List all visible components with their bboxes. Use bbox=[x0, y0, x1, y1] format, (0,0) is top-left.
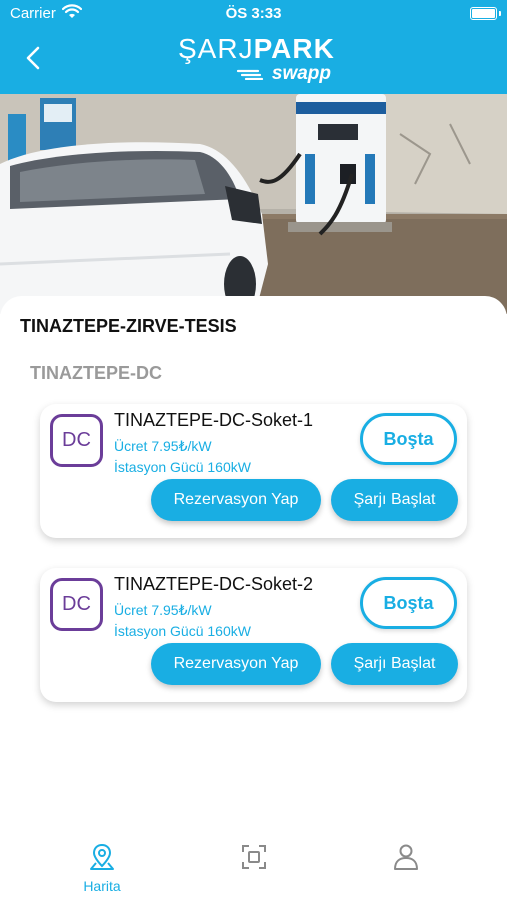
bottom-tab-bar: Harita bbox=[0, 830, 507, 900]
charger-group-title: TINAZTEPE-DC bbox=[30, 363, 162, 383]
dc-badge: DC bbox=[50, 414, 103, 467]
logo-main-light: ŞARJ bbox=[178, 33, 254, 64]
start-charging-button[interactable]: Şarjı Başlat bbox=[331, 479, 458, 521]
clock: ÖS 3:33 bbox=[225, 5, 282, 22]
socket-status-badge: Boşta bbox=[360, 413, 457, 465]
scan-icon bbox=[242, 845, 266, 869]
socket-card: DC TINAZTEPE-DC-Soket-2 Ücret 7.95₺/kW İ… bbox=[40, 568, 467, 702]
start-charging-button[interactable]: Şarjı Başlat bbox=[331, 643, 458, 685]
logo-wordmark: ŞARJPARK bbox=[178, 33, 335, 65]
tab-map[interactable]: Harita bbox=[72, 842, 132, 894]
app-header: Carrier ÖS 3:33 ŞARJPARK swapp bbox=[0, 0, 507, 94]
socket-status-badge: Boşta bbox=[360, 577, 457, 629]
dc-badge: DC bbox=[50, 578, 103, 631]
station-photo-illustration bbox=[0, 94, 507, 314]
reserve-button[interactable]: Rezervasyon Yap bbox=[151, 643, 321, 685]
socket-price: Ücret 7.95₺/kW bbox=[114, 602, 212, 618]
reserve-button[interactable]: Rezervasyon Yap bbox=[151, 479, 321, 521]
battery-icon bbox=[470, 7, 501, 20]
socket-name: TINAZTEPE-DC-Soket-2 bbox=[114, 574, 314, 594]
tab-profile[interactable] bbox=[376, 842, 436, 892]
user-icon bbox=[394, 844, 418, 870]
station-title: TINAZTEPE-ZIRVE-TESIS bbox=[20, 316, 237, 336]
station-photo bbox=[0, 94, 507, 314]
tab-map-label: Harita bbox=[83, 878, 121, 894]
map-pin-icon bbox=[90, 843, 114, 870]
logo-swoosh-icon bbox=[236, 69, 264, 80]
chevron-left-icon[interactable] bbox=[20, 44, 48, 72]
socket-card: DC TINAZTEPE-DC-Soket-1 Ücret 7.95₺/kW İ… bbox=[40, 404, 467, 538]
logo-sub: swapp bbox=[271, 63, 331, 84]
socket-name: TINAZTEPE-DC-Soket-1 bbox=[114, 410, 314, 430]
socket-price: Ücret 7.95₺/kW bbox=[114, 438, 212, 454]
station-details-sheet: TINAZTEPE-ZIRVE-TESIS TINAZTEPE-DC DC TI… bbox=[0, 296, 507, 816]
logo-main-bold: PARK bbox=[253, 33, 335, 64]
tab-scan[interactable] bbox=[224, 842, 284, 892]
socket-power: İstasyon Gücü 160kW bbox=[114, 459, 251, 475]
status-bar: Carrier ÖS 3:33 bbox=[0, 0, 507, 28]
app-logo: ŞARJPARK swapp bbox=[178, 33, 335, 85]
socket-power: İstasyon Gücü 160kW bbox=[114, 623, 251, 639]
